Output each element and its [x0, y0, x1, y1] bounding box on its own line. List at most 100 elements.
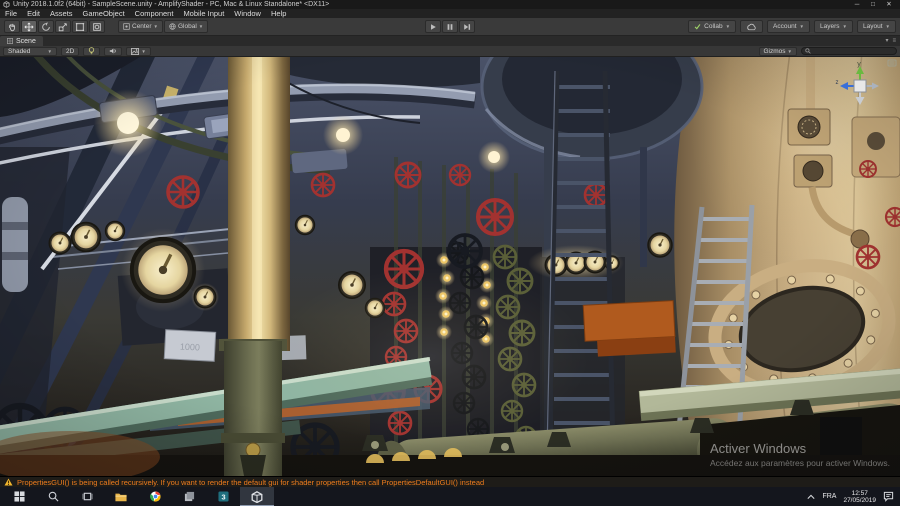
language-indicator[interactable]: FRA: [822, 493, 836, 500]
layers-label: Layers: [820, 23, 840, 30]
tray-chevron-icon[interactable]: [807, 494, 815, 500]
cloud-button[interactable]: [740, 20, 763, 33]
close-button[interactable]: ✕: [881, 0, 897, 9]
rotate-icon: [41, 22, 51, 32]
hand-icon: [7, 22, 17, 32]
tab-dropdown-icon[interactable]: ▾: [885, 37, 888, 45]
scene-orientation-gizmo[interactable]: y z: [832, 59, 888, 113]
status-bar[interactable]: PropertiesGUI() is being called recursiv…: [0, 476, 900, 487]
gizmos-label: Gizmos: [764, 48, 786, 55]
unity-taskbar-button[interactable]: [240, 487, 274, 506]
layout-dropdown[interactable]: Layout ▼: [857, 20, 896, 33]
folder-icon: [115, 492, 127, 502]
lighting-toggle-button[interactable]: [83, 47, 100, 56]
taskbar-clock[interactable]: 12:57 27/05/2019: [843, 490, 876, 504]
speaker-icon: [109, 47, 117, 55]
chevron-down-icon: ▼: [800, 24, 804, 29]
cloud-icon: [746, 23, 757, 31]
unity-logo-icon: [3, 1, 10, 8]
task-view-button[interactable]: [70, 487, 104, 506]
search-input[interactable]: [813, 48, 893, 55]
gizmo-z-label: z: [836, 80, 839, 86]
chrome-button[interactable]: [138, 487, 172, 506]
move-tool-button[interactable]: [21, 20, 37, 33]
layers-dropdown[interactable]: Layers ▼: [814, 20, 853, 33]
warning-icon: [4, 478, 13, 486]
tab-scene[interactable]: Scene: [0, 36, 43, 46]
effects-dropdown[interactable]: ▼: [126, 47, 150, 56]
play-icon: [429, 23, 437, 31]
step-button[interactable]: [459, 20, 475, 33]
gizmo-x-axis-icon[interactable]: [872, 83, 879, 90]
rect-tool-button[interactable]: [72, 20, 88, 33]
chrome-icon: [150, 491, 161, 502]
chevron-down-icon: ▼: [726, 24, 730, 29]
clock-date: 27/05/2019: [843, 497, 876, 504]
menu-component[interactable]: Component: [135, 9, 174, 18]
gizmos-dropdown[interactable]: Gizmos ▼: [759, 47, 798, 56]
move-icon: [24, 22, 34, 32]
scene-search-field[interactable]: [801, 47, 897, 55]
2d-label: 2D: [66, 48, 74, 55]
main-toolbar: Center ▼ Global ▼ Collab: [0, 18, 900, 36]
play-button[interactable]: [425, 20, 441, 33]
space-toggle-button[interactable]: Global ▼: [164, 20, 208, 33]
svg-text:3: 3: [221, 492, 225, 501]
taskbar-search-button[interactable]: [36, 487, 70, 506]
windows-taskbar: 3 FRA 12:57 27/05/2019: [0, 487, 900, 506]
chevron-down-icon: ▼: [843, 24, 847, 29]
maximize-button[interactable]: □: [865, 0, 881, 9]
chevron-down-icon: ▼: [48, 49, 52, 54]
minimize-button[interactable]: ─: [849, 0, 865, 9]
pivot-toggle-button[interactable]: Center ▼: [118, 20, 163, 33]
scene-tab-label: Scene: [16, 38, 36, 45]
chevron-down-icon: ▼: [141, 49, 145, 54]
gizmo-z-axis-icon[interactable]: [840, 82, 848, 90]
start-button[interactable]: [2, 487, 36, 506]
pivot-label: Center: [132, 23, 152, 30]
layout-label: Layout: [863, 23, 883, 30]
transform-tool-button[interactable]: [89, 20, 105, 33]
light-bulb-icon: [88, 47, 95, 55]
menu-assets[interactable]: Assets: [50, 9, 73, 18]
scene-view-options-icon[interactable]: [887, 59, 897, 67]
audio-toggle-button[interactable]: [104, 47, 122, 56]
account-label: Account: [773, 23, 797, 30]
menu-mobile-input[interactable]: Mobile Input: [183, 9, 224, 18]
chevron-down-icon: ▼: [886, 24, 890, 29]
menu-file[interactable]: File: [5, 9, 17, 18]
chevron-down-icon: ▼: [199, 24, 203, 29]
account-dropdown[interactable]: Account ▼: [767, 20, 810, 33]
scene-viewport[interactable]: 1000: [0, 57, 900, 476]
scale-icon: [58, 22, 68, 32]
console-warning-text: PropertiesGUI() is being called recursiv…: [17, 477, 484, 488]
tab-list-icon[interactable]: ≡: [892, 37, 896, 45]
pan-tool-button[interactable]: [4, 20, 20, 33]
rotate-tool-button[interactable]: [38, 20, 54, 33]
menu-gameobject[interactable]: GameObject: [83, 9, 125, 18]
gizmo-y-label: y: [857, 61, 861, 68]
menu-window[interactable]: Window: [234, 9, 261, 18]
menu-help[interactable]: Help: [271, 9, 286, 18]
action-center-icon[interactable]: [883, 491, 894, 502]
2d-toggle-button[interactable]: 2D: [61, 47, 79, 56]
3dsmax-button[interactable]: 3: [206, 487, 240, 506]
scale-tool-button[interactable]: [55, 20, 71, 33]
collab-button[interactable]: Collab ▼: [688, 20, 736, 33]
search-icon: [805, 48, 811, 54]
scene-render: 1000: [0, 57, 900, 476]
vignette: [0, 57, 900, 476]
pause-button[interactable]: [442, 20, 458, 33]
draw-mode-label: Shaded: [8, 48, 30, 55]
photos-app-button[interactable]: [172, 487, 206, 506]
draw-mode-dropdown[interactable]: Shaded ▼: [3, 47, 57, 56]
window-title: Unity 2018.1.0f2 (64bit) - SampleScene.u…: [13, 0, 329, 9]
menu-bar: File Edit Assets GameObject Component Mo…: [0, 9, 900, 18]
gizmo-center-cube-icon[interactable]: [854, 80, 866, 92]
unity-logo-icon: [251, 491, 263, 503]
menu-edit[interactable]: Edit: [27, 9, 40, 18]
file-explorer-button[interactable]: [104, 487, 138, 506]
globe-icon: [169, 23, 176, 30]
gizmo-down-axis-icon[interactable]: [856, 97, 865, 105]
scene-toolbar: Shaded ▼ 2D ▼ Gizmos ▼: [0, 46, 900, 57]
